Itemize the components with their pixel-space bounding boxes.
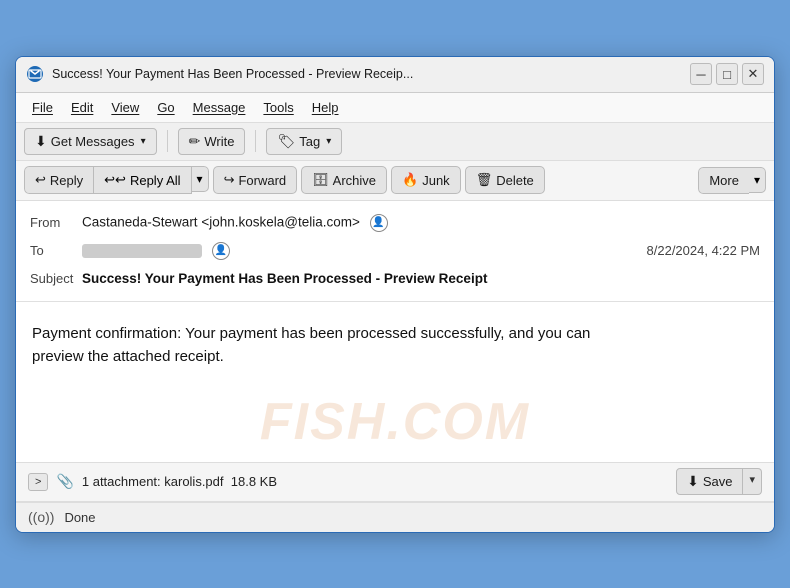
- write-label: Write: [204, 134, 234, 149]
- from-name: Castaneda-Stewart: [82, 214, 198, 229]
- email-body: Payment confirmation: Your payment has b…: [16, 302, 774, 462]
- reply-all-icon: ↩↩: [104, 172, 126, 188]
- subject-row: Subject Success! Your Payment Has Been P…: [30, 265, 760, 293]
- forward-label: Forward: [238, 173, 286, 188]
- close-button[interactable]: ✕: [742, 63, 764, 85]
- more-group: More ▾: [698, 167, 766, 194]
- attachment-count-label: 1 attachment: karolis.pdf: [82, 474, 224, 489]
- tag-icon: 🏷: [277, 133, 295, 150]
- more-label: More: [709, 173, 739, 188]
- menu-edit[interactable]: Edit: [63, 97, 101, 118]
- menu-message[interactable]: Message: [185, 97, 254, 118]
- to-value: 👤: [82, 242, 647, 260]
- save-label: Save: [703, 474, 733, 489]
- reply-button[interactable]: ↩ Reply: [24, 166, 93, 194]
- attachment-size-label: 18.8 KB: [231, 474, 277, 489]
- reply-group: ↩ Reply ↩↩ Reply All ▾: [24, 166, 209, 194]
- action-bar: ↩ Reply ↩↩ Reply All ▾ ↪ Forward 🗄 Archi…: [16, 161, 774, 201]
- more-button[interactable]: More: [698, 167, 749, 194]
- main-window: Success! Your Payment Has Been Processed…: [15, 56, 775, 533]
- archive-label: Archive: [333, 173, 376, 188]
- maximize-button[interactable]: □: [716, 63, 738, 85]
- to-user-icon[interactable]: 👤: [212, 242, 230, 260]
- attachment-expand-button[interactable]: >: [28, 473, 48, 491]
- archive-icon: 🗄: [312, 172, 329, 188]
- menu-bar: File Edit View Go Message Tools Help: [16, 93, 774, 123]
- minimize-button[interactable]: ─: [690, 63, 712, 85]
- to-row: To 👤 8/22/2024, 4:22 PM: [30, 237, 760, 265]
- attachment-bar: > 📎 1 attachment: karolis.pdf 18.8 KB ⬇ …: [16, 462, 774, 502]
- from-value: Castaneda-Stewart <john.koskela@telia.co…: [82, 214, 760, 232]
- reply-all-button[interactable]: ↩↩ Reply All: [93, 166, 191, 194]
- more-dropdown-button[interactable]: ▾: [749, 167, 766, 193]
- window-controls: ─ □ ✕: [690, 63, 764, 85]
- tag-label: Tag: [299, 134, 320, 149]
- from-email: <john.koskela@telia.com>: [201, 214, 360, 229]
- menu-file[interactable]: File: [24, 97, 61, 118]
- from-user-icon[interactable]: 👤: [370, 214, 388, 232]
- status-bar: ((o)) Done: [16, 502, 774, 532]
- subject-label: Subject: [30, 271, 82, 286]
- junk-button[interactable]: 🔥 Junk: [391, 166, 461, 194]
- tag-button[interactable]: 🏷 Tag ▾: [266, 128, 342, 155]
- menu-help[interactable]: Help: [304, 97, 347, 118]
- paperclip-icon: 📎: [56, 473, 73, 490]
- menu-view[interactable]: View: [103, 97, 147, 118]
- reply-all-label: Reply All: [130, 173, 181, 188]
- toolbar-divider-2: [255, 130, 256, 152]
- reply-dropdown-button[interactable]: ▾: [192, 166, 209, 192]
- get-messages-icon: ⬇: [35, 133, 47, 150]
- email-header: From Castaneda-Stewart <john.koskela@tel…: [16, 201, 774, 302]
- menu-tools[interactable]: Tools: [255, 97, 301, 118]
- junk-label: Junk: [422, 173, 449, 188]
- watermark: FISH.COM: [260, 392, 530, 452]
- write-icon: ✏: [189, 133, 201, 150]
- to-address-blurred: [82, 244, 202, 258]
- app-icon: [26, 65, 44, 83]
- from-label: From: [30, 215, 82, 230]
- email-subject: Success! Your Payment Has Been Processed…: [82, 271, 487, 286]
- from-row: From Castaneda-Stewart <john.koskela@tel…: [30, 209, 760, 237]
- forward-button[interactable]: ↪ Forward: [213, 166, 298, 194]
- attachment-info: 1 attachment: karolis.pdf 18.8 KB: [82, 474, 668, 489]
- delete-label: Delete: [496, 173, 534, 188]
- forward-icon: ↪: [224, 172, 235, 188]
- tag-dropdown-icon[interactable]: ▾: [326, 136, 331, 147]
- get-messages-button[interactable]: ⬇ Get Messages ▾: [24, 128, 157, 155]
- reply-label: Reply: [50, 173, 83, 188]
- email-date: 8/22/2024, 4:22 PM: [647, 243, 760, 258]
- email-body-text: Payment confirmation: Your payment has b…: [32, 322, 632, 369]
- save-icon: ⬇: [687, 473, 699, 490]
- save-dropdown-button[interactable]: ▾: [743, 468, 762, 495]
- get-messages-label: Get Messages: [51, 134, 135, 149]
- delete-icon: 🗑: [476, 172, 493, 188]
- save-group: ⬇ Save ▾: [676, 468, 762, 495]
- status-icon: ((o)): [28, 509, 54, 525]
- save-button[interactable]: ⬇ Save: [676, 468, 743, 495]
- title-bar: Success! Your Payment Has Been Processed…: [16, 57, 774, 93]
- menu-go[interactable]: Go: [149, 97, 182, 118]
- window-title: Success! Your Payment Has Been Processed…: [52, 67, 682, 81]
- reply-icon: ↩: [35, 172, 46, 188]
- get-messages-dropdown-icon[interactable]: ▾: [141, 136, 146, 147]
- to-label: To: [30, 243, 82, 258]
- main-toolbar: ⬇ Get Messages ▾ ✏ Write 🏷 Tag ▾: [16, 123, 774, 161]
- archive-button[interactable]: 🗄 Archive: [301, 166, 387, 194]
- status-text: Done: [64, 510, 95, 525]
- toolbar-divider-1: [167, 130, 168, 152]
- delete-button[interactable]: 🗑 Delete: [465, 166, 545, 194]
- junk-icon: 🔥: [402, 172, 418, 188]
- write-button[interactable]: ✏ Write: [178, 128, 246, 155]
